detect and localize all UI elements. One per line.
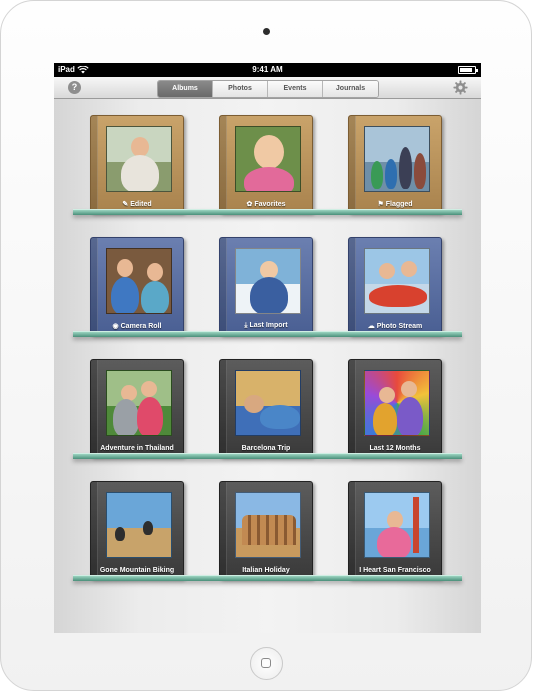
favorite-badge-icon: ✿ [246, 201, 253, 208]
album-spine [349, 360, 356, 456]
album-cover-photo [106, 248, 172, 314]
album-cover-photo [235, 492, 301, 558]
album-spine [349, 238, 356, 334]
battery-icon [458, 66, 478, 74]
album-cover-photo [235, 370, 301, 436]
album-adventure-in-thailand[interactable]: Adventure in Thailand [90, 359, 184, 457]
album-spine [220, 360, 227, 456]
home-button[interactable] [250, 647, 283, 680]
album-label: Barcelona Trip [241, 445, 291, 452]
status-bar: iPad 9:41 AM [54, 63, 481, 77]
shelf [73, 331, 462, 337]
edit-icon: ✎ [122, 201, 129, 208]
album-label: Adventure in Thailand [100, 445, 174, 452]
album-spine [220, 238, 227, 334]
album-label: Last 12 Months [369, 445, 421, 452]
tab-photos[interactable]: Photos [213, 81, 268, 97]
help-icon[interactable]: ? [68, 81, 81, 94]
clock: 9:41 AM [252, 65, 283, 74]
album-shelves: ✎ Edited ✿ Favorites ⚑ Flagged ◉ Camera … [54, 99, 481, 633]
album-cover-photo [235, 126, 301, 192]
ipad-device: iPad 9:41 AM ? Albums Photos Events Jour… [0, 0, 532, 691]
shelf [73, 453, 462, 459]
tab-events[interactable]: Events [268, 81, 323, 97]
shelf [73, 575, 462, 581]
album-spine [349, 482, 356, 578]
album-cover-photo [364, 492, 430, 558]
album-spine [91, 482, 98, 578]
album-photo-stream[interactable]: ☁ Photo Stream [348, 237, 442, 335]
cloud-icon: ☁ [367, 323, 375, 330]
album-label: ⚑ Flagged [377, 201, 413, 208]
album-cover-photo [235, 248, 301, 314]
tab-journals[interactable]: Journals [323, 81, 378, 97]
album-spine [220, 482, 227, 578]
album-gone-mountain-biking[interactable]: Gone Mountain Biking [90, 481, 184, 579]
album-cover-photo [106, 492, 172, 558]
album-label: ☁ Photo Stream [367, 323, 423, 330]
import-icon: ⤓ [244, 322, 248, 329]
album-spine [220, 116, 227, 212]
battery-level [460, 68, 472, 72]
album-label: ◉ Camera Roll [112, 323, 162, 330]
album-spine [91, 116, 98, 212]
album-flagged[interactable]: ⚑ Flagged [348, 115, 442, 213]
album-camera-roll[interactable]: ◉ Camera Roll [90, 237, 184, 335]
album-italian-holiday[interactable]: Italian Holiday [219, 481, 313, 579]
album-label: I Heart San Francisco [359, 567, 431, 574]
album-cover-photo [364, 126, 430, 192]
album-label: ✿ Favorites [246, 201, 286, 208]
album-label: ⤓ Last Import [244, 322, 288, 329]
album-label: Italian Holiday [242, 567, 290, 574]
camera-icon: ◉ [112, 323, 119, 330]
album-label: Gone Mountain Biking [99, 567, 175, 574]
album-cover-photo [364, 370, 430, 436]
album-i-heart-san-francisco[interactable]: I Heart San Francisco [348, 481, 442, 579]
album-cover-photo [106, 126, 172, 192]
album-last-12-months[interactable]: Last 12 Months [348, 359, 442, 457]
album-cover-photo [106, 370, 172, 436]
toolbar: ? Albums Photos Events Journals [54, 77, 481, 99]
home-square-icon [261, 658, 271, 668]
album-spine [349, 116, 356, 212]
album-last-import[interactable]: ⤓ Last Import [219, 237, 313, 335]
screen: iPad 9:41 AM ? Albums Photos Events Jour… [54, 63, 481, 633]
album-barcelona-trip[interactable]: Barcelona Trip [219, 359, 313, 457]
tab-albums[interactable]: Albums [158, 81, 213, 97]
flag-icon: ⚑ [377, 201, 384, 208]
front-camera [263, 28, 270, 35]
album-spine [91, 238, 98, 334]
view-segmented-control: Albums Photos Events Journals [157, 80, 379, 98]
album-edited[interactable]: ✎ Edited [90, 115, 184, 213]
album-cover-photo [364, 248, 430, 314]
shelf [73, 209, 462, 215]
album-label: ✎ Edited [122, 201, 152, 208]
album-favorites[interactable]: ✿ Favorites [219, 115, 313, 213]
gear-icon[interactable] [453, 80, 468, 95]
album-spine [91, 360, 98, 456]
